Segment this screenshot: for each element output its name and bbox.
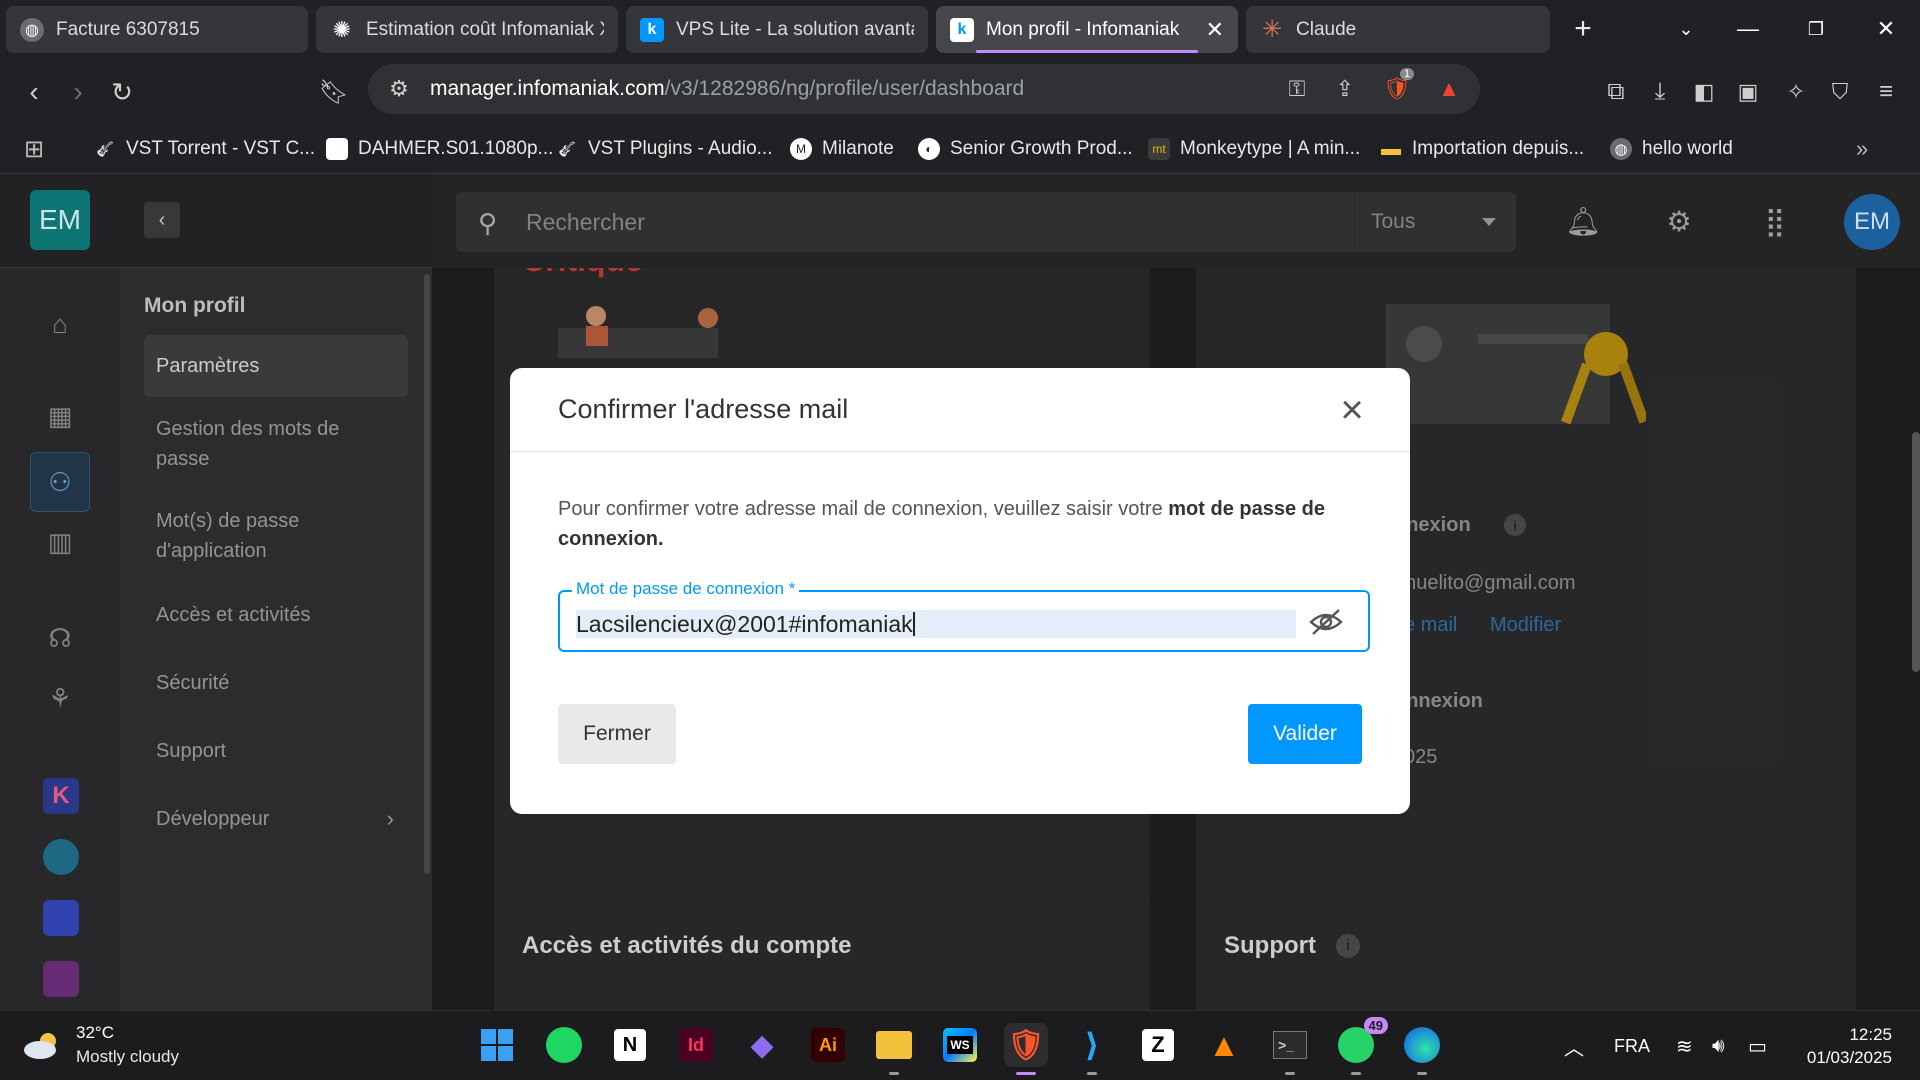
link-icon: ◐ (918, 138, 940, 160)
bookmarks-bar: ⊞ 🎸︎ VST Torrent - VST C... DAHMER.S01.10… (0, 124, 1920, 174)
site-settings-icon[interactable]: ⚙ (384, 76, 414, 102)
obsidian-icon[interactable]: ◆ (740, 1023, 784, 1067)
brave-rewards-icon[interactable]: ▲ (1434, 76, 1464, 102)
taskbar: 32°C Mostly cloudy N Id ◆ Ai WS 🛡︎ ⟩ Z ▲… (0, 1010, 1920, 1080)
close-button[interactable]: Fermer (558, 704, 676, 764)
bookmark-vst-plugins[interactable]: 🎸︎ VST Plugins - Audio... (556, 134, 772, 164)
password-field[interactable]: Mot de passe de connexion * Lacsilencieu… (558, 579, 1370, 652)
zed-icon[interactable]: Z (1136, 1023, 1180, 1067)
vpn-icon[interactable]: ⛉ (1820, 72, 1860, 112)
downloads-icon[interactable]: ⤓ (1640, 72, 1680, 112)
shields-count-badge: 1 (1400, 68, 1415, 80)
folder-icon: ▬ (1381, 137, 1401, 160)
bookmark-senior-growth[interactable]: ◐ Senior Growth Prod... (918, 134, 1133, 164)
edge-icon[interactable] (1400, 1023, 1444, 1075)
chevron-up-icon[interactable]: ︿ (1564, 1011, 1584, 1080)
tab-estimation[interactable]: ✺ Estimation coût Infomaniak X (316, 6, 618, 53)
weather-widget[interactable]: 32°C Mostly cloudy (22, 1021, 179, 1069)
bookmark-monkeytype[interactable]: mt Monkeytype | A min... (1148, 134, 1360, 164)
dialog-header: Confirmer l'adresse mail × (510, 368, 1410, 452)
webstorm-icon[interactable]: WS (938, 1023, 982, 1067)
more-bookmarks-icon[interactable]: » (1856, 134, 1868, 164)
whatsapp-icon[interactable]: 49 (1334, 1017, 1388, 1075)
terminal-icon[interactable]: >_ (1268, 1023, 1312, 1075)
text-cursor (912, 612, 915, 636)
guitar-icon: 🎸︎ (95, 141, 115, 158)
vscode-icon[interactable]: ⟩ (1070, 1023, 1114, 1075)
wallet-icon[interactable]: ▣ (1728, 72, 1768, 112)
confirm-email-dialog: Confirmer l'adresse mail × Pour confirme… (510, 368, 1410, 814)
start-icon[interactable] (475, 1023, 519, 1067)
submit-button[interactable]: Valider (1248, 704, 1362, 764)
whatsapp-badge: 49 (1363, 1017, 1388, 1034)
sidebar-icon[interactable]: ◧ (1684, 72, 1724, 112)
volume-icon[interactable]: 🔊︎ (1712, 1011, 1725, 1080)
password-field-label: Mot de passe de connexion * (572, 579, 800, 599)
weather-condition: Mostly cloudy (76, 1047, 179, 1066)
tab-claude[interactable]: ✳ Claude (1246, 6, 1550, 53)
forward-icon[interactable]: › (58, 72, 98, 112)
minimize-button[interactable]: ― (1718, 8, 1778, 50)
indesign-icon[interactable]: Id (674, 1023, 718, 1067)
navigation-bar: ‹ › ↻ 🔖︎ ⚙ manager.infomaniak.com/v3/128… (0, 58, 1920, 124)
tab-mon-profil[interactable]: k Mon profil - Infomaniak ✕ (936, 6, 1238, 53)
tab-search-button[interactable]: ⌄ (1656, 8, 1716, 50)
claude-icon: ✳ (1261, 16, 1283, 43)
blank-page-icon (326, 138, 348, 160)
battery-icon[interactable]: ▭ (1748, 1011, 1767, 1080)
milanote-icon: M (790, 138, 812, 160)
spotify-icon[interactable] (542, 1023, 586, 1067)
back-icon[interactable]: ‹ (14, 72, 54, 112)
vlc-icon[interactable]: ▲ (1202, 1023, 1246, 1067)
bookmark-hello-world[interactable]: ◍ hello world (1610, 134, 1733, 164)
guitar-icon: 🎸︎ (557, 141, 577, 158)
eye-off-icon[interactable] (1306, 604, 1346, 640)
apps-grid-icon[interactable]: ⊞ (24, 134, 44, 164)
address-bar[interactable]: ⚙ manager.infomaniak.com/v3/1282986/ng/p… (368, 64, 1480, 114)
bookmark-folder-import[interactable]: ▬ Importation depuis... (1380, 134, 1584, 164)
new-tab-button[interactable]: + (1565, 13, 1601, 49)
password-key-icon[interactable]: ⚿ (1282, 76, 1312, 102)
infomaniak-icon: k (950, 17, 974, 42)
openai-icon: ✺ (332, 16, 352, 42)
extensions-icon[interactable]: ⧉ (1596, 72, 1636, 112)
close-tab-icon[interactable]: ✕ (1206, 17, 1224, 43)
leo-ai-icon[interactable]: ✧ (1776, 72, 1816, 112)
share-icon[interactable]: ⇪ (1330, 76, 1360, 102)
file-explorer-icon[interactable] (872, 1023, 916, 1075)
dialog-description: Pour confirmer votre adresse mail de con… (558, 498, 1325, 550)
language-indicator[interactable]: FRA (1614, 1011, 1650, 1080)
close-window-button[interactable]: ✕ (1856, 8, 1916, 50)
reload-icon[interactable]: ↻ (102, 72, 142, 112)
bookmark-dahmer[interactable]: DAHMER.S01.1080p... (326, 134, 553, 164)
tab-facture[interactable]: ◍ Facture 6307815 (6, 6, 308, 53)
restore-button[interactable]: ❐ (1786, 8, 1846, 50)
globe-icon: ◍ (1610, 138, 1632, 160)
tab-strip: ◍ Facture 6307815 ✺ Estimation coût Info… (0, 0, 1920, 58)
infomaniak-icon: k (640, 17, 664, 42)
bookmark-milanote[interactable]: M Milanote (790, 134, 894, 164)
password-input[interactable]: Lacsilencieux@2001#infomaniak (576, 610, 1296, 638)
notion-icon[interactable]: N (608, 1023, 652, 1067)
bookmark-vst-torrent[interactable]: 🎸︎ VST Torrent - VST C... (94, 134, 315, 164)
monkeytype-icon: mt (1148, 138, 1170, 160)
cloud-icon (24, 1033, 56, 1059)
close-icon[interactable]: × (1330, 388, 1374, 432)
bookmark-icon[interactable]: 🔖︎ (314, 72, 354, 112)
clock[interactable]: 12:25 01/03/2025 (1790, 1023, 1892, 1069)
globe-icon: ◍ (20, 17, 44, 42)
menu-icon[interactable]: ≡ (1866, 72, 1906, 112)
illustrator-icon[interactable]: Ai (806, 1023, 850, 1067)
page-content: ⌂ ▦ ⚇ ▥ ☊ ⚘ K Mon profil Paramètres Gest… (0, 174, 1920, 1010)
brave-browser-icon[interactable]: 🛡︎ (1004, 1023, 1048, 1075)
weather-temperature: 32°C (76, 1023, 114, 1042)
dialog-title: Confirmer l'adresse mail (558, 394, 849, 424)
tab-vps-lite[interactable]: k VPS Lite - La solution avantag (626, 6, 928, 53)
wifi-icon[interactable]: ≋ (1676, 1011, 1693, 1080)
